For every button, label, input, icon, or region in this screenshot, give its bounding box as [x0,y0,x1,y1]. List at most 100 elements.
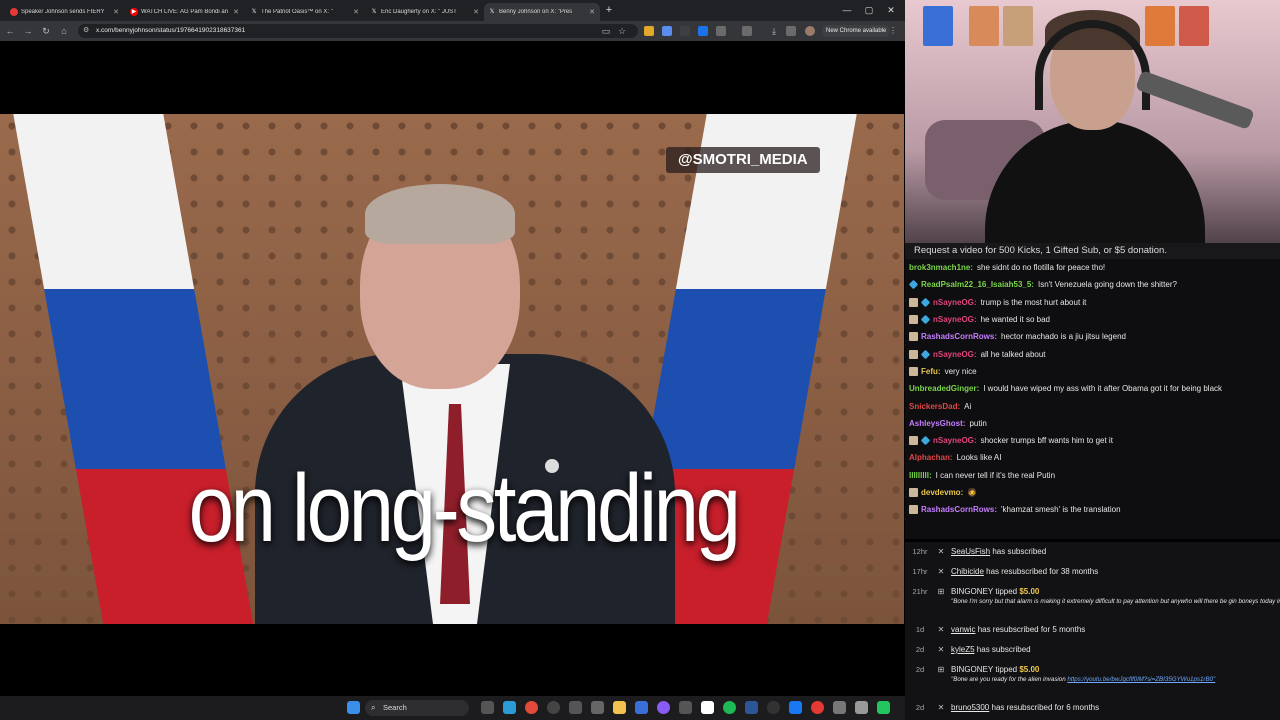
maximize-icon[interactable]: ▢ [862,4,876,16]
event-time: 21hr [912,587,928,596]
address-bar[interactable]: ⚙ x.com/bennyjohnson/status/197664190231… [78,24,638,38]
chat-username[interactable]: devdevmo: [921,484,963,501]
task-view-icon[interactable] [481,701,494,714]
tip-link[interactable]: https://youtu.be/bwJgcflf0lM?si=ZBI35GYW… [1067,676,1215,683]
extension-icon[interactable] [680,26,690,36]
new-tab-button[interactable]: + [603,4,615,16]
event-text: has resubscribed for 5 months [977,625,1086,634]
chat-username[interactable]: ReadPsalm22_16_Isaiah53_5: [921,276,1034,293]
minimize-icon[interactable]: — [840,4,854,16]
reload-icon[interactable]: ↻ [40,25,52,37]
app-icon[interactable] [701,701,714,714]
home-icon[interactable]: ⌂ [58,25,70,37]
event-username[interactable]: SeaUsFish [951,547,990,556]
app-icon[interactable] [833,701,846,714]
app-icon[interactable] [789,701,802,714]
chat-text: he wanted it so bad [980,315,1050,325]
cast-icon[interactable]: ▭ [600,25,612,37]
event-body: Chibicide has resubscribed for 38 months [947,567,1280,576]
app-icon[interactable] [855,701,868,714]
forward-icon[interactable]: → [22,25,34,37]
wall-art [1145,6,1175,46]
file-explorer-icon[interactable] [613,701,626,714]
tip-message-text: "Bone are you ready for the alien invasi… [951,676,1068,683]
wall-art [923,6,953,46]
extension-icon[interactable] [644,26,654,36]
event-username[interactable]: BINGONEY [951,665,993,674]
app-icon[interactable] [877,701,890,714]
extension-icon[interactable] [662,26,672,36]
event-username[interactable]: BINGONEY [951,587,993,596]
browser-menu-icon[interactable]: ⋮ [889,25,897,37]
chat-username[interactable]: SnickersDad: [909,398,960,415]
extension-icon[interactable] [716,26,726,36]
obs-icon[interactable] [547,701,560,714]
chat-username[interactable]: Fefu: [921,363,941,380]
spotify-icon[interactable] [723,701,736,714]
extension-icon[interactable] [698,26,708,36]
tab-close-icon[interactable]: ✕ [112,8,120,16]
chat-text: I can never tell if it's the real Putin [935,470,1056,480]
chat-username[interactable]: AshleysGhost: [909,415,965,432]
app-icon[interactable] [635,701,648,714]
chat-message: devdevmo: 🧔 [905,484,1280,501]
tab-close-icon[interactable]: ✕ [472,8,480,16]
tab-close-icon[interactable]: ✕ [232,8,240,16]
close-window-icon[interactable]: ✕ [884,4,898,16]
app-icon[interactable] [811,701,824,714]
extension-icon[interactable] [742,26,752,36]
tab-5-active[interactable]: 𝕏 Benny Johnson on X: "Pres ✕ [484,3,600,21]
app-icon[interactable] [745,701,758,714]
chat-username[interactable]: nSayneOG: [933,311,977,328]
app-icon[interactable] [767,701,780,714]
event-time: 2d [915,665,925,674]
sub-badge-icon [909,332,918,342]
chat-username[interactable]: nSayneOG: [933,432,977,449]
chat-username[interactable]: UnbreadedGinger: [909,380,979,397]
subscribe-icon: ✕ [937,567,945,576]
back-icon[interactable]: ← [4,25,16,37]
chrome-icon[interactable] [525,701,538,714]
chat-message: RashadsCornRows: hector machado is a jiu … [905,328,1280,345]
event-username[interactable]: bruno5300 [951,703,989,712]
tab-close-icon[interactable]: ✕ [352,8,360,16]
edge-icon[interactable] [503,701,516,714]
profile-avatar-icon[interactable] [805,26,815,36]
tab-2[interactable]: ▶ WATCH LIVE: AG Pam Bondi an ✕ [126,3,244,21]
browser-toolbar: ← → ↻ ⌂ ⚙ x.com/bennyjohnson/status/1976… [0,21,905,41]
subscribe-icon: ✕ [937,645,945,654]
event-username[interactable]: Chibicide [951,567,984,576]
chat-username[interactable]: RashadsCornRows: [921,501,997,518]
tab-4[interactable]: 𝕏 Eric Daugherty on X: " JUST ✕ [366,3,484,21]
event-username[interactable]: vanwic [951,625,975,634]
chat-username[interactable]: RashadsCornRows: [921,328,997,345]
tab-close-icon[interactable]: ✕ [588,8,596,16]
event-body: kyleZ5 has subscribed [947,645,1280,654]
event-body: BINGONEY tipped $5.00 "Bone I'm sorry but… [947,587,1280,605]
new-chrome-available-button[interactable]: New Chrome available [822,25,891,37]
download-icon[interactable]: ⤓ [768,25,780,37]
app-icon[interactable] [569,701,582,714]
app-icon[interactable] [679,701,692,714]
app-icon[interactable] [657,701,670,714]
chat-username[interactable]: lllllllll: [909,467,932,484]
chat-username[interactable]: nSayneOG: [933,346,977,363]
chat-username[interactable]: nSayneOG: [933,294,977,311]
tab-1[interactable]: Speaker Johnson sends FIERY ✕ [6,3,124,21]
chat-message: ReadPsalm22_16_Isaiah53_5: Isn't Venezuel… [905,276,1280,293]
wall-art [1003,6,1033,46]
gem-badge-icon [920,435,931,446]
site-info-icon[interactable]: ⚙ [83,26,89,34]
taskbar-search[interactable]: ⌕ Search [365,700,469,716]
event-username[interactable]: kyleZ5 [951,645,975,654]
video-player[interactable]: @SMOTRI_MEDIA on long-standing [0,114,904,624]
app-icon[interactable] [591,701,604,714]
chat-text: she sidnt do no flotilla for peace tho! [977,263,1106,273]
chat-username[interactable]: brok3nmach1ne: [909,259,973,276]
tab-3[interactable]: 𝕏 The Patriot Oasis™ on X: " ✕ [246,3,364,21]
chat-text: very nice [944,366,977,376]
windows-start-icon[interactable] [347,701,360,714]
bookmark-star-icon[interactable]: ☆ [616,25,628,37]
extension-icon[interactable] [786,26,796,36]
chat-username[interactable]: Alphachan: [909,449,953,466]
